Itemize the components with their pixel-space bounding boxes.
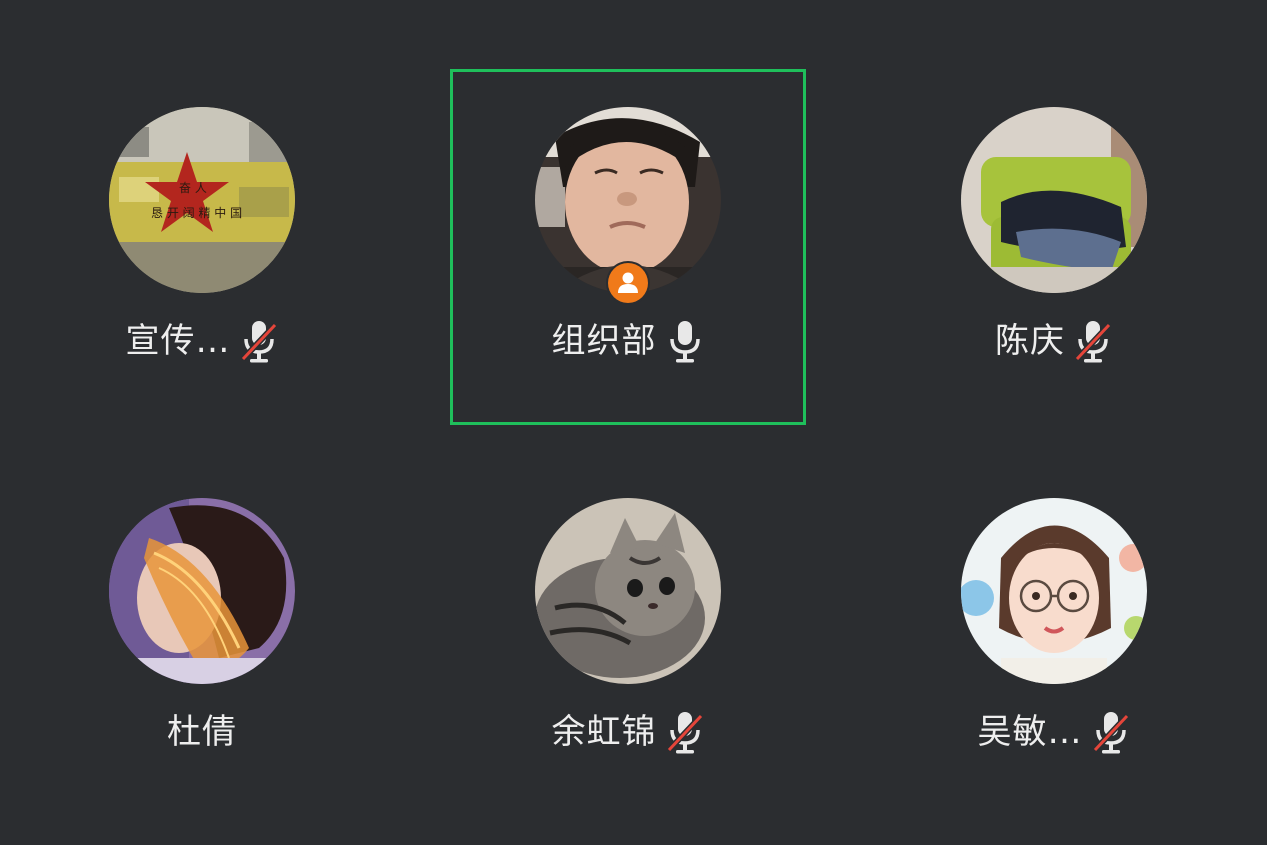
avatar (109, 498, 295, 684)
host-person-icon (618, 272, 638, 293)
microphone-icon (665, 319, 705, 363)
svg-text:奋 人: 奋 人 (179, 181, 207, 195)
avatar (961, 107, 1147, 293)
microphone-muted-icon (1073, 319, 1113, 363)
participant-tile[interactable]: 陈庆 (876, 69, 1232, 425)
avatar: 奋 人 恳 开 阔 精 中 国 (109, 107, 295, 293)
avatar (535, 498, 721, 684)
participant-tile[interactable]: 余虹锦 (450, 460, 806, 816)
microphone-muted-icon (665, 710, 705, 754)
host-badge (608, 263, 648, 303)
video-call-grid: 奋 人 恳 开 阔 精 中 国 宣传… 组织部 陈庆 杜倩 余虹锦 吴敏… (0, 0, 1267, 845)
avatar (961, 498, 1147, 684)
participant-name: 余虹锦 (551, 712, 657, 752)
participant-tile[interactable]: 杜倩 (24, 460, 380, 816)
participant-tile[interactable]: 吴敏… (876, 460, 1232, 816)
svg-text:恳 开 阔 精 中 国: 恳 开 阔 精 中 国 (151, 205, 242, 220)
participant-name: 吴敏… (977, 712, 1083, 752)
participant-name: 杜倩 (167, 712, 237, 752)
microphone-muted-icon (239, 319, 279, 363)
participant-tile-active[interactable]: 组织部 (450, 69, 806, 425)
participant-tile[interactable]: 奋 人 恳 开 阔 精 中 国 宣传… (24, 69, 380, 425)
microphone-muted-icon (1091, 710, 1131, 754)
participant-name: 陈庆 (995, 321, 1065, 361)
participant-name: 宣传… (125, 321, 231, 361)
participant-name: 组织部 (551, 321, 657, 361)
